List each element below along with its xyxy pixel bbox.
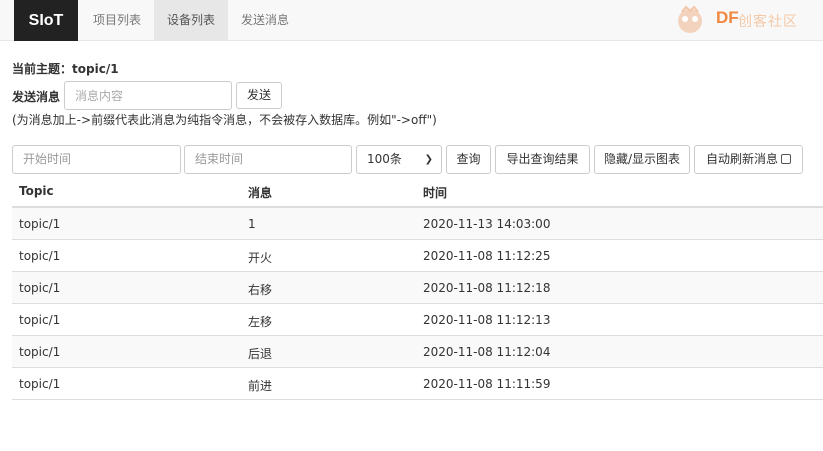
message-input[interactable]	[64, 81, 232, 110]
cell-message: 左移	[248, 315, 273, 329]
cell-topic: topic/1	[19, 281, 61, 295]
start-time-input[interactable]: 开始时间	[12, 145, 181, 174]
limit-select-value: 100条	[367, 152, 402, 166]
end-time-input[interactable]: 结束时间	[184, 145, 352, 174]
command-hint: (为消息加上->前缀代表此消息为纯指令消息，不会被存入数据库。例如"->off"…	[12, 113, 437, 127]
cell-topic: topic/1	[19, 313, 61, 327]
brand-logo[interactable]: SIoT	[14, 0, 78, 41]
chevron-down-icon: ❯	[424, 154, 433, 165]
toggle-chart-button[interactable]: 隐藏/显示图表	[594, 145, 690, 174]
auto-refresh-label: 自动刷新消息	[705, 152, 778, 166]
table-row: topic/1 前进 2020-11-08 11:11:59	[12, 368, 823, 400]
table-row: topic/1 开火 2020-11-08 11:12:25	[12, 240, 823, 272]
cell-time: 2020-11-08 11:11:59	[423, 377, 551, 391]
send-button[interactable]: 发送	[236, 82, 282, 109]
nav-item-devices[interactable]: 设备列表	[154, 0, 229, 41]
auto-refresh-toggle[interactable]: 自动刷新消息	[694, 145, 803, 174]
cell-topic: topic/1	[19, 345, 61, 359]
current-topic: 当前主题：topic/1	[12, 60, 119, 77]
cell-topic: topic/1	[19, 249, 61, 263]
cell-message: 开火	[248, 251, 273, 265]
table-row: topic/1 右移 2020-11-08 11:12:18	[12, 272, 823, 304]
cell-time: 2020-11-08 11:12:25	[423, 249, 551, 263]
message-table: Topic 消息 时间 topic/1 1 2020-11-13 14:03:0…	[12, 176, 823, 400]
export-results-button[interactable]: 导出查询结果	[495, 145, 590, 174]
table-row: topic/1 后退 2020-11-08 11:12:04	[12, 336, 823, 368]
send-message-label: 发送消息	[12, 90, 61, 104]
current-topic-value: topic/1	[72, 62, 119, 76]
nav-item-send-message[interactable]: 发送消息	[228, 0, 302, 41]
cell-time: 2020-11-08 11:12:18	[423, 281, 551, 295]
limit-select[interactable]: 100条 ❯	[356, 145, 442, 174]
column-header-topic: Topic	[19, 184, 54, 198]
logo-text: DF	[716, 8, 739, 27]
df-mascot-icon	[678, 5, 702, 33]
df-community-logo: DF 创客社区	[668, 4, 818, 37]
column-header-time: 时间	[423, 186, 448, 200]
top-navbar: SIoT 项目列表 设备列表 发送消息 DF 创客社区	[0, 0, 823, 41]
cell-message: 右移	[248, 283, 273, 297]
cell-message: 前进	[248, 379, 273, 393]
column-header-message: 消息	[248, 186, 273, 200]
table-row: topic/1 左移 2020-11-08 11:12:13	[12, 304, 823, 336]
query-button[interactable]: 查询	[446, 145, 491, 174]
cell-time: 2020-11-08 11:12:04	[423, 345, 551, 359]
table-header: Topic 消息 时间	[12, 176, 823, 208]
cell-time: 2020-11-08 11:12:13	[423, 313, 551, 327]
cell-message: 1	[248, 217, 256, 231]
current-topic-label: 当前主题：	[12, 62, 73, 76]
nav-item-projects[interactable]: 项目列表	[80, 0, 154, 41]
cell-topic: topic/1	[19, 377, 61, 391]
cell-message: 后退	[248, 347, 273, 361]
auto-refresh-checkbox[interactable]	[781, 154, 791, 164]
logo-subtext: 创客社区	[738, 14, 798, 30]
cell-time: 2020-11-13 14:03:00	[423, 217, 551, 231]
table-row: topic/1 1 2020-11-13 14:03:00	[12, 208, 823, 240]
cell-topic: topic/1	[19, 217, 61, 231]
